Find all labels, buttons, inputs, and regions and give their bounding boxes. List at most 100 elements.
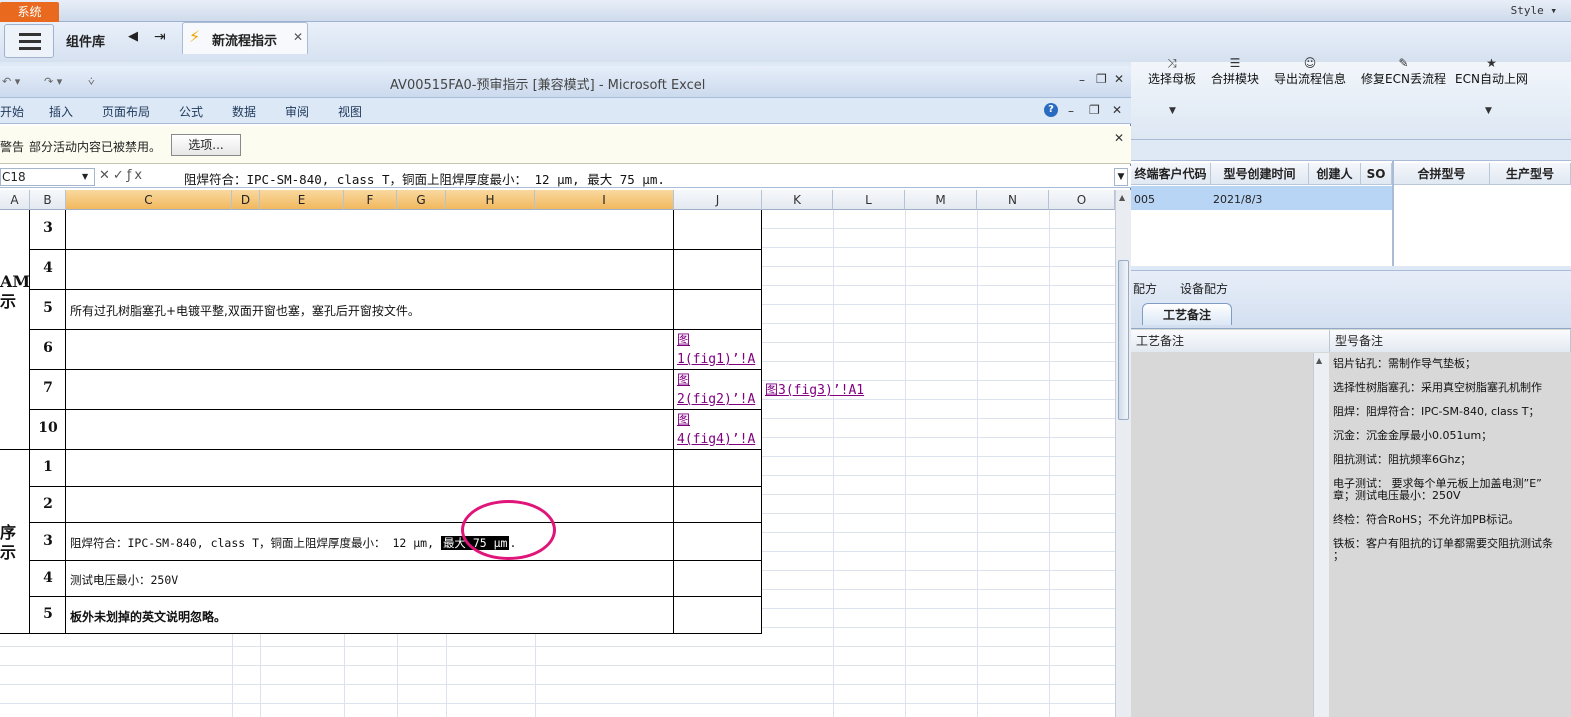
ecn-auto-online-button[interactable]: ★ ECN自动上网 bbox=[1455, 56, 1528, 87]
login-arrow-icon[interactable]: ⇥ bbox=[154, 29, 166, 45]
merge-module-button[interactable]: ☰ 合拼模块 bbox=[1211, 56, 1259, 87]
link-cell[interactable] bbox=[674, 523, 762, 561]
restore-workbook-icon[interactable]: ❐ bbox=[1089, 103, 1100, 117]
scrollbar-thumb[interactable] bbox=[1118, 260, 1129, 420]
section1-label-cell[interactable] bbox=[0, 210, 30, 450]
hyperlink-fig3[interactable]: 图3(fig3)’!A1 bbox=[765, 381, 864, 400]
link-cell[interactable] bbox=[674, 290, 762, 330]
link-cell[interactable] bbox=[674, 561, 762, 597]
chevron-down-icon[interactable]: ▼ bbox=[82, 172, 88, 181]
scroll-up-icon[interactable]: ▲ bbox=[1316, 356, 1322, 365]
column-header-e[interactable]: E bbox=[260, 190, 344, 210]
grid-header-creator[interactable]: 创建人 bbox=[1309, 163, 1361, 185]
collapse-left-icon[interactable]: ◀ bbox=[128, 29, 138, 44]
link-cell[interactable] bbox=[674, 597, 762, 634]
instruction-cell[interactable] bbox=[66, 250, 674, 290]
hyperlink-fig1[interactable]: 图 bbox=[677, 331, 690, 350]
instruction-cell[interactable] bbox=[66, 330, 674, 370]
instruction-cell[interactable] bbox=[66, 410, 674, 450]
customize-quick-access-icon[interactable]: ⩒ bbox=[88, 75, 95, 89]
column-header-g[interactable]: G bbox=[397, 190, 446, 210]
tab-data[interactable]: 数据 bbox=[232, 103, 256, 120]
grid-header-so[interactable]: SO bbox=[1361, 163, 1392, 185]
tab-process-notes[interactable]: 工艺备注 bbox=[1142, 303, 1232, 325]
tab-formulas[interactable]: 公式 bbox=[179, 103, 203, 120]
close-icon[interactable]: ✕ bbox=[293, 30, 303, 44]
select-mother-board-button[interactable]: ⤨ 选择母板 bbox=[1148, 56, 1196, 87]
tab-insert[interactable]: 插入 bbox=[49, 103, 73, 120]
chevron-down-icon[interactable]: ▼ bbox=[1485, 106, 1492, 116]
chevron-down-icon[interactable]: ▼ bbox=[1169, 106, 1176, 116]
restore-icon[interactable]: ❐ bbox=[1096, 72, 1107, 86]
host-title-bar: 系统 Style ▾ bbox=[0, 0, 1571, 22]
column-header-f[interactable]: F bbox=[344, 190, 397, 210]
column-header-i[interactable]: I bbox=[535, 190, 674, 210]
tab-review[interactable]: 审阅 bbox=[285, 103, 309, 120]
cancel-icon[interactable]: ✕ bbox=[99, 168, 113, 183]
redo-icon[interactable]: ↷ ▾ bbox=[44, 75, 62, 88]
grid-header-merge-model[interactable]: 合拼型号 bbox=[1394, 163, 1490, 185]
column-header-b[interactable]: B bbox=[30, 190, 66, 210]
gridline bbox=[833, 210, 834, 717]
close-window-icon[interactable]: ✕ bbox=[1114, 72, 1124, 86]
worksheet-vertical-scrollbar[interactable]: ▲ bbox=[1115, 190, 1131, 717]
notes-scrollbar[interactable]: ▲ bbox=[1313, 353, 1329, 717]
ribbon-tab-bar bbox=[0, 98, 1131, 124]
link-cell[interactable] bbox=[674, 250, 762, 290]
hyperlink-fig2[interactable]: 图 bbox=[677, 371, 690, 390]
tab-page-layout[interactable]: 页面布局 bbox=[102, 103, 150, 120]
undo-icon[interactable]: ↶ ▾ bbox=[2, 75, 20, 88]
formula-input[interactable]: 阻焊符合：IPC-SM-840, class T，铜面上阻焊厚度最小： 12 μ… bbox=[184, 169, 665, 188]
confirm-icon[interactable]: ✓ bbox=[113, 168, 127, 183]
column-header-h[interactable]: H bbox=[446, 190, 535, 210]
grid-splitter[interactable] bbox=[1392, 160, 1394, 266]
column-header-k[interactable]: K bbox=[762, 190, 833, 210]
instruction-cell[interactable] bbox=[66, 210, 674, 250]
system-tab[interactable]: 系统 bbox=[0, 2, 59, 22]
hyperlink-fig2[interactable]: 2(fig2)’!A bbox=[677, 390, 755, 409]
repair-ecn-flow-button[interactable]: ✎ 修复ECN丢流程 bbox=[1361, 56, 1446, 87]
column-header-o[interactable]: O bbox=[1049, 190, 1115, 210]
tab-equipment-recipe[interactable]: 设备配方 bbox=[1180, 280, 1228, 297]
created-time-cell: 2021/8/3 bbox=[1213, 193, 1263, 206]
tab-new-flow[interactable]: ⚡ 新流程指示 ✕ bbox=[182, 22, 308, 54]
column-header-j[interactable]: J bbox=[674, 190, 762, 210]
hamburger-menu-button[interactable] bbox=[4, 24, 54, 58]
instruction-cell[interactable] bbox=[66, 370, 674, 410]
link-cell[interactable] bbox=[674, 450, 762, 487]
tab-recipe[interactable]: 配方 bbox=[1133, 280, 1157, 297]
minimize-icon[interactable]: – bbox=[1079, 73, 1085, 87]
instruction-text[interactable]: 阻焊符合：IPC-SM-840, class T，铜面上阻焊厚度最小： 12 μ… bbox=[70, 535, 516, 551]
shuffle-icon: ⤨ bbox=[1167, 56, 1177, 70]
column-header-a[interactable]: A bbox=[0, 190, 30, 210]
instruction-cell[interactable] bbox=[66, 487, 674, 523]
column-header-l[interactable]: L bbox=[833, 190, 905, 210]
instruction-cell[interactable] bbox=[66, 450, 674, 487]
options-button[interactable]: 选项... bbox=[171, 134, 241, 156]
help-icon[interactable]: ? bbox=[1044, 103, 1058, 117]
scroll-up-icon[interactable]: ▲ bbox=[1119, 193, 1125, 202]
name-box[interactable]: C18 bbox=[0, 168, 95, 186]
grid-header-production-model[interactable]: 生产型号 bbox=[1490, 163, 1571, 185]
column-header-m[interactable]: M bbox=[905, 190, 977, 210]
style-menu[interactable]: Style ▾ bbox=[1511, 4, 1557, 17]
toolbar-label: ECN自动上网 bbox=[1455, 72, 1528, 86]
hyperlink-fig4[interactable]: 图 bbox=[677, 411, 690, 430]
expand-formula-bar-icon[interactable]: ▼ bbox=[1114, 168, 1128, 186]
column-header-d[interactable]: D bbox=[232, 190, 260, 210]
link-cell[interactable] bbox=[674, 210, 762, 250]
link-cell[interactable] bbox=[674, 487, 762, 523]
minimize-workbook-icon[interactable]: – bbox=[1068, 104, 1074, 118]
tab-home[interactable]: 开始 bbox=[0, 103, 24, 120]
column-header-n[interactable]: N bbox=[977, 190, 1049, 210]
hyperlink-fig1[interactable]: 1(fig1)’!A bbox=[677, 350, 755, 369]
grid-header-created-time[interactable]: 型号创建时间 bbox=[1211, 163, 1309, 185]
tab-view[interactable]: 视图 bbox=[338, 103, 362, 120]
export-flow-info-button[interactable]: ☺ 导出流程信息 bbox=[1274, 56, 1346, 87]
hyperlink-fig4[interactable]: 4(fig4)’!A bbox=[677, 430, 755, 449]
insert-function-icon[interactable]: ƒx bbox=[127, 168, 145, 183]
close-warning-icon[interactable]: ✕ bbox=[1114, 131, 1124, 145]
close-workbook-icon[interactable]: ✕ bbox=[1112, 103, 1122, 117]
column-header-c[interactable]: C bbox=[66, 190, 232, 210]
grid-header-customer-code[interactable]: 终端客户代码 bbox=[1131, 163, 1211, 185]
